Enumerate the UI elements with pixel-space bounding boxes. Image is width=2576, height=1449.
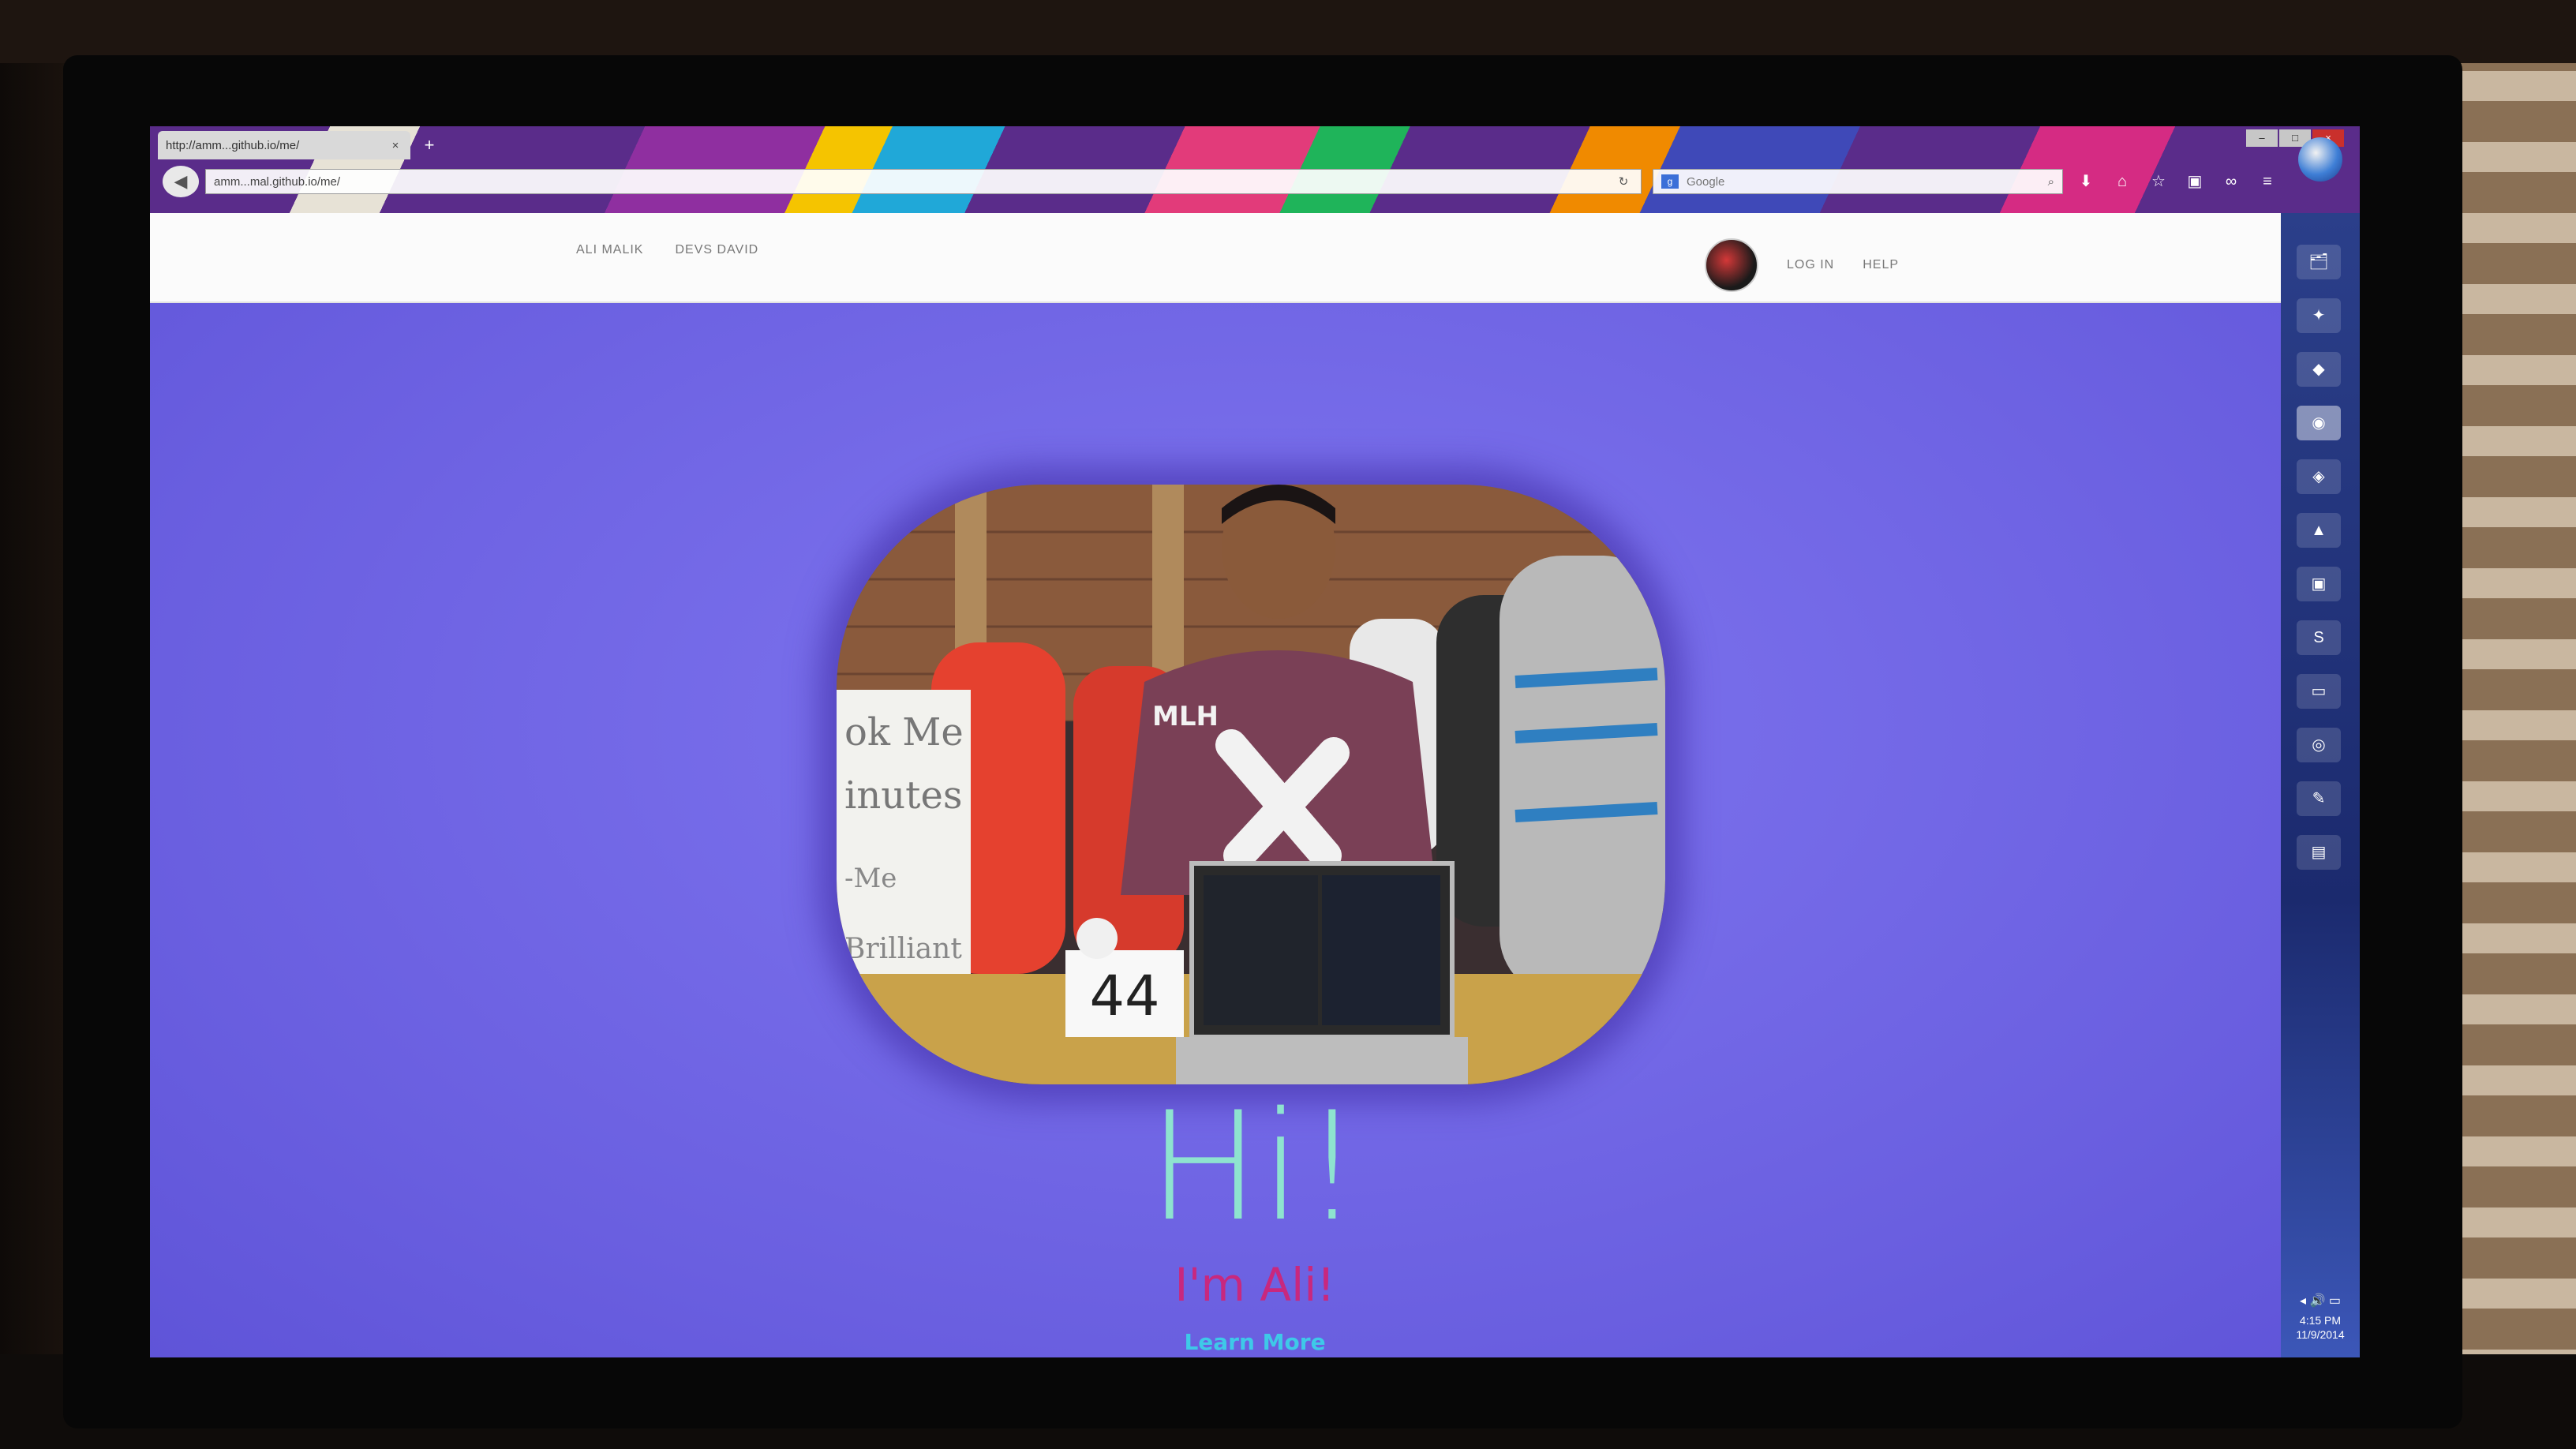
learn-more-link[interactable]: Learn More bbox=[1129, 1329, 1381, 1355]
app-icon[interactable]: ▲ bbox=[2297, 513, 2341, 548]
browser-chrome: http://amm...github.io/me/ × + – □ × ◀ a… bbox=[150, 126, 2360, 213]
home-icon[interactable]: ⌂ bbox=[2110, 170, 2134, 193]
hero-title: Hi! bbox=[1148, 1080, 1362, 1254]
svg-text:-Me: -Me bbox=[844, 863, 897, 894]
hero-subtitle: I'm Ali! bbox=[1174, 1258, 1335, 1312]
nav-link-devs-david[interactable]: DEVS DAVID bbox=[675, 243, 758, 257]
nav-left-links: ALI MALIK DEVS DAVID bbox=[576, 243, 758, 257]
g-icon[interactable]: g bbox=[1661, 174, 1679, 189]
app-icon[interactable]: ✦ bbox=[2297, 298, 2341, 333]
nav-link-help[interactable]: HELP bbox=[1863, 258, 1899, 272]
minimize-button[interactable]: – bbox=[2246, 129, 2278, 147]
tray-icons[interactable]: ◂ 🔊 ▭ bbox=[2281, 1294, 2360, 1309]
close-icon[interactable]: × bbox=[388, 139, 402, 152]
download-icon[interactable]: ⬇ bbox=[2074, 170, 2098, 193]
reload-icon[interactable]: ↻ bbox=[1614, 174, 1633, 189]
app-icon[interactable]: ▣ bbox=[2297, 567, 2341, 601]
profile-photo-illustration: ok Me inutes -Me Brilliant ome MLH bbox=[837, 485, 1665, 1084]
svg-text:MLH: MLH bbox=[1152, 701, 1219, 732]
nav-link-log-in[interactable]: LOG IN bbox=[1787, 258, 1834, 272]
clock-time[interactable]: 4:15 PM bbox=[2281, 1313, 2360, 1327]
tab-title: http://amm...github.io/me/ bbox=[166, 138, 300, 152]
start-button-icon[interactable] bbox=[2298, 137, 2342, 182]
profile-photo: ok Me inutes -Me Brilliant ome MLH bbox=[837, 485, 1665, 1084]
app-icon[interactable]: ◈ bbox=[2297, 459, 2341, 494]
svg-text:ok Me: ok Me bbox=[844, 710, 964, 754]
system-tray: ◂ 🔊 ▭ 4:15 PM 11/9/2014 bbox=[2281, 1294, 2360, 1342]
clock-date[interactable]: 11/9/2014 bbox=[2281, 1327, 2360, 1342]
app-icon[interactable]: ◆ bbox=[2297, 352, 2341, 387]
sync-icon[interactable]: ∞ bbox=[2219, 170, 2243, 193]
taskbar: 🗂 ✦ ◆ ◉ ◈ ▲ ▣ S ▭ ◎ ✎ ▤ ◂ 🔊 ▭ 4:15 PM 11… bbox=[2281, 137, 2360, 1357]
hero-section: ok Me inutes -Me Brilliant ome MLH bbox=[150, 303, 2360, 1357]
app-icon[interactable]: ✎ bbox=[2297, 781, 2341, 816]
address-bar[interactable]: amm...mal.github.io/me/ ↻ bbox=[205, 169, 1642, 194]
toolbar-icons: ⬇ ⌂ ☆ ▣ ∞ ≡ bbox=[2074, 170, 2279, 193]
search-icon[interactable]: ⌕ bbox=[2048, 175, 2054, 189]
browser-tab[interactable]: http://amm...github.io/me/ × bbox=[158, 131, 410, 159]
svg-text:inutes: inutes bbox=[844, 773, 963, 818]
table-number-text: 44 bbox=[1089, 964, 1159, 1028]
terminal-icon[interactable]: ▭ bbox=[2297, 674, 2341, 709]
search-input[interactable] bbox=[1685, 174, 2048, 189]
app-icon[interactable]: ▤ bbox=[2297, 835, 2341, 870]
nav-link-ali-malik[interactable]: ALI MALIK bbox=[576, 243, 643, 257]
room-background-top bbox=[0, 0, 2576, 63]
taskbar-apps: 🗂 ✦ ◆ ◉ ◈ ▲ ▣ S ▭ ◎ ✎ ▤ bbox=[2297, 245, 2341, 870]
firefox-icon[interactable]: ◉ bbox=[2297, 406, 2341, 440]
monitor-screen: http://amm...github.io/me/ × + – □ × ◀ a… bbox=[150, 126, 2360, 1357]
app-icon[interactable]: ◎ bbox=[2297, 728, 2341, 762]
bookmark-star-icon[interactable]: ☆ bbox=[2147, 170, 2170, 193]
url-text: amm...mal.github.io/me/ bbox=[214, 174, 341, 189]
svg-text:Brilliant: Brilliant bbox=[844, 933, 962, 965]
back-arrow-icon[interactable]: ◀ bbox=[163, 166, 199, 197]
pocket-icon[interactable]: ▣ bbox=[2183, 170, 2207, 193]
avatar[interactable] bbox=[1705, 238, 1758, 292]
navigation-toolbar: ◀ amm...mal.github.io/me/ ↻ g ⌕ ⬇ ⌂ ☆ ▣ … bbox=[150, 163, 2360, 200]
menu-icon[interactable]: ≡ bbox=[2256, 170, 2279, 193]
new-tab-button[interactable]: + bbox=[418, 134, 440, 156]
skype-icon[interactable]: S bbox=[2297, 620, 2341, 655]
site-navbar: ALI MALIK DEVS DAVID LOG IN HELP bbox=[150, 213, 2360, 303]
explorer-icon[interactable]: 🗂 bbox=[2297, 245, 2341, 279]
nav-right-links: LOG IN HELP bbox=[1705, 238, 1899, 292]
search-bar[interactable]: g ⌕ bbox=[1653, 169, 2063, 194]
